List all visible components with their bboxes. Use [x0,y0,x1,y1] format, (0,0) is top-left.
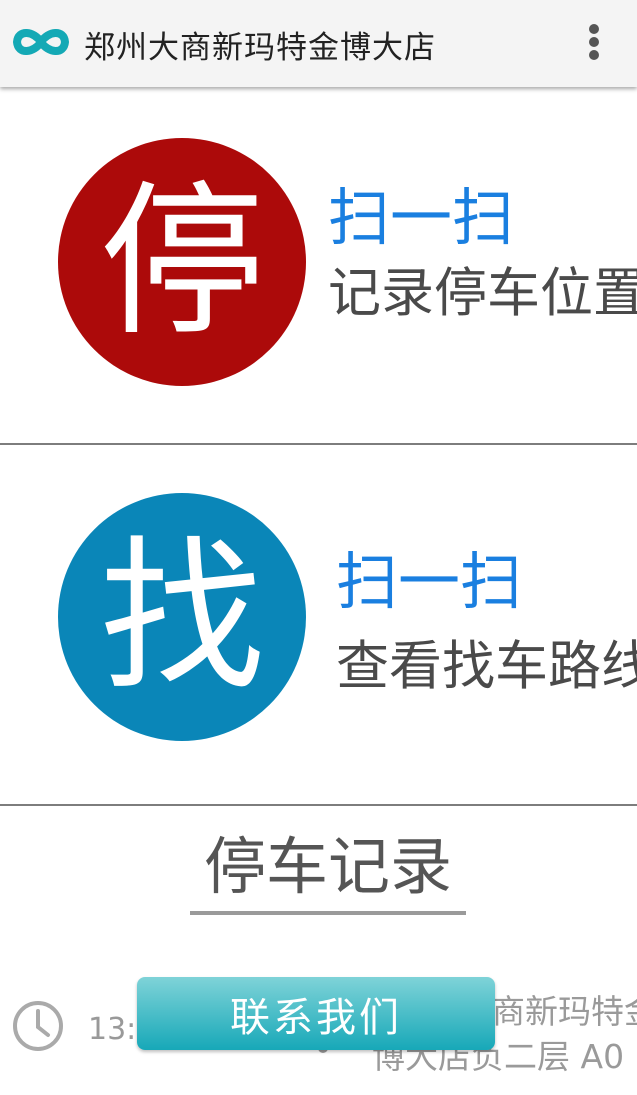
app-header: 郑州大商新玛特金博大店 [0,0,637,87]
section-divider [0,804,637,806]
find-scan-label[interactable]: 扫一扫 [336,551,522,613]
park-description: 记录停车位置 [328,263,637,324]
record-time: 13: [88,1012,137,1047]
park-scan-section[interactable]: 停 扫一扫 记录停车位置 [0,87,637,443]
more-vertical-icon[interactable] [580,22,608,62]
infinity-logo-icon [13,29,69,55]
record-store: 商新玛特金 [492,992,637,1031]
records-title-underline [190,911,466,915]
records-title: 停车记录 [203,830,452,903]
clock-icon [13,1001,63,1051]
park-icon[interactable]: 停 [58,138,306,386]
find-description: 查看找车路线 [336,636,637,697]
find-icon[interactable]: 找 [58,493,306,741]
find-scan-section[interactable]: 找 扫一扫 查看找车路线 [0,445,637,804]
store-title: 郑州大商新玛特金博大店 [84,30,436,66]
park-scan-label[interactable]: 扫一扫 [328,187,514,249]
parking-app-screen: 郑州大商新玛特金博大店 停 扫一扫 记录停车位置 找 扫一扫 查看找车路线 停车… [0,0,637,1095]
contact-us-button[interactable]: 联系我们 [137,977,495,1050]
